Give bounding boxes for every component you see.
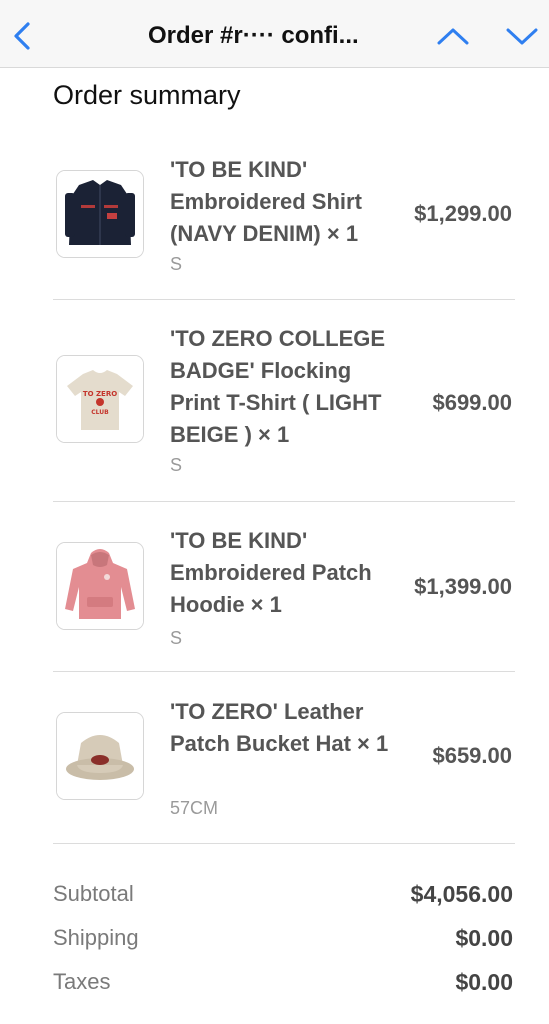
order-item: 'TO BE KIND' Embroidered Patch Hoodie × …: [53, 502, 515, 672]
navy-shirt-image[interactable]: [56, 170, 144, 258]
chevron-left-icon[interactable]: [10, 20, 36, 52]
order-summary-heading: Order summary: [53, 80, 241, 110]
item-price: $699.00: [432, 390, 512, 415]
item-price: $1,399.00: [414, 574, 512, 599]
item-price: $1,299.00: [414, 201, 512, 226]
svg-text:TO ZERO: TO ZERO: [83, 390, 117, 398]
chevron-up-icon[interactable]: [436, 22, 470, 50]
navigation-bar: Order #r···· confi...: [0, 0, 549, 68]
taxes-row: Taxes $0.00: [53, 964, 513, 1008]
order-items-list: 'TO BE KIND' Embroidered Shirt (NAVY DEN…: [53, 132, 515, 844]
item-name: 'TO ZERO COLLEGE BADGE' Flocking Print T…: [170, 326, 386, 447]
shipping-label: Shipping: [53, 925, 139, 950]
svg-text:CLUB: CLUB: [91, 409, 109, 416]
item-price: $659.00: [432, 743, 512, 768]
subtotal-value: $4,056.00: [410, 881, 513, 907]
pink-hoodie-image[interactable]: [56, 542, 144, 630]
item-variant: S: [170, 455, 183, 475]
item-name: 'TO ZERO' Leather Patch Bucket Hat × 1: [170, 699, 389, 756]
beige-tshirt-image[interactable]: TO ZERO CLUB: [56, 355, 144, 443]
email-subject-title: Order #r···· confi...: [148, 22, 359, 49]
shipping-row: Shipping $0.00: [53, 920, 513, 964]
chevron-down-icon[interactable]: [505, 22, 539, 50]
shipping-value: $0.00: [455, 925, 513, 951]
subtotal-row: Subtotal $4,056.00: [53, 876, 513, 920]
taxes-value: $0.00: [455, 969, 513, 995]
order-item: 'TO BE KIND' Embroidered Shirt (NAVY DEN…: [53, 132, 515, 300]
order-item: 'TO ZERO' Leather Patch Bucket Hat × 1 57…: [53, 672, 515, 844]
item-variant: S: [170, 628, 183, 648]
item-name: 'TO BE KIND' Embroidered Shirt (NAVY DEN…: [170, 157, 362, 246]
order-totals: Subtotal $4,056.00 Shipping $0.00 Taxes …: [53, 876, 513, 1008]
item-variant: 57CM: [170, 798, 219, 818]
order-item: TO ZERO CLUB 'TO ZERO COLLEGE BADGE' Flo…: [53, 300, 515, 502]
item-name: 'TO BE KIND' Embroidered Patch Hoodie × …: [170, 528, 372, 617]
taxes-label: Taxes: [53, 969, 111, 994]
subtotal-label: Subtotal: [53, 881, 134, 906]
item-variant: S: [170, 254, 183, 274]
bucket-hat-image[interactable]: [56, 712, 144, 800]
